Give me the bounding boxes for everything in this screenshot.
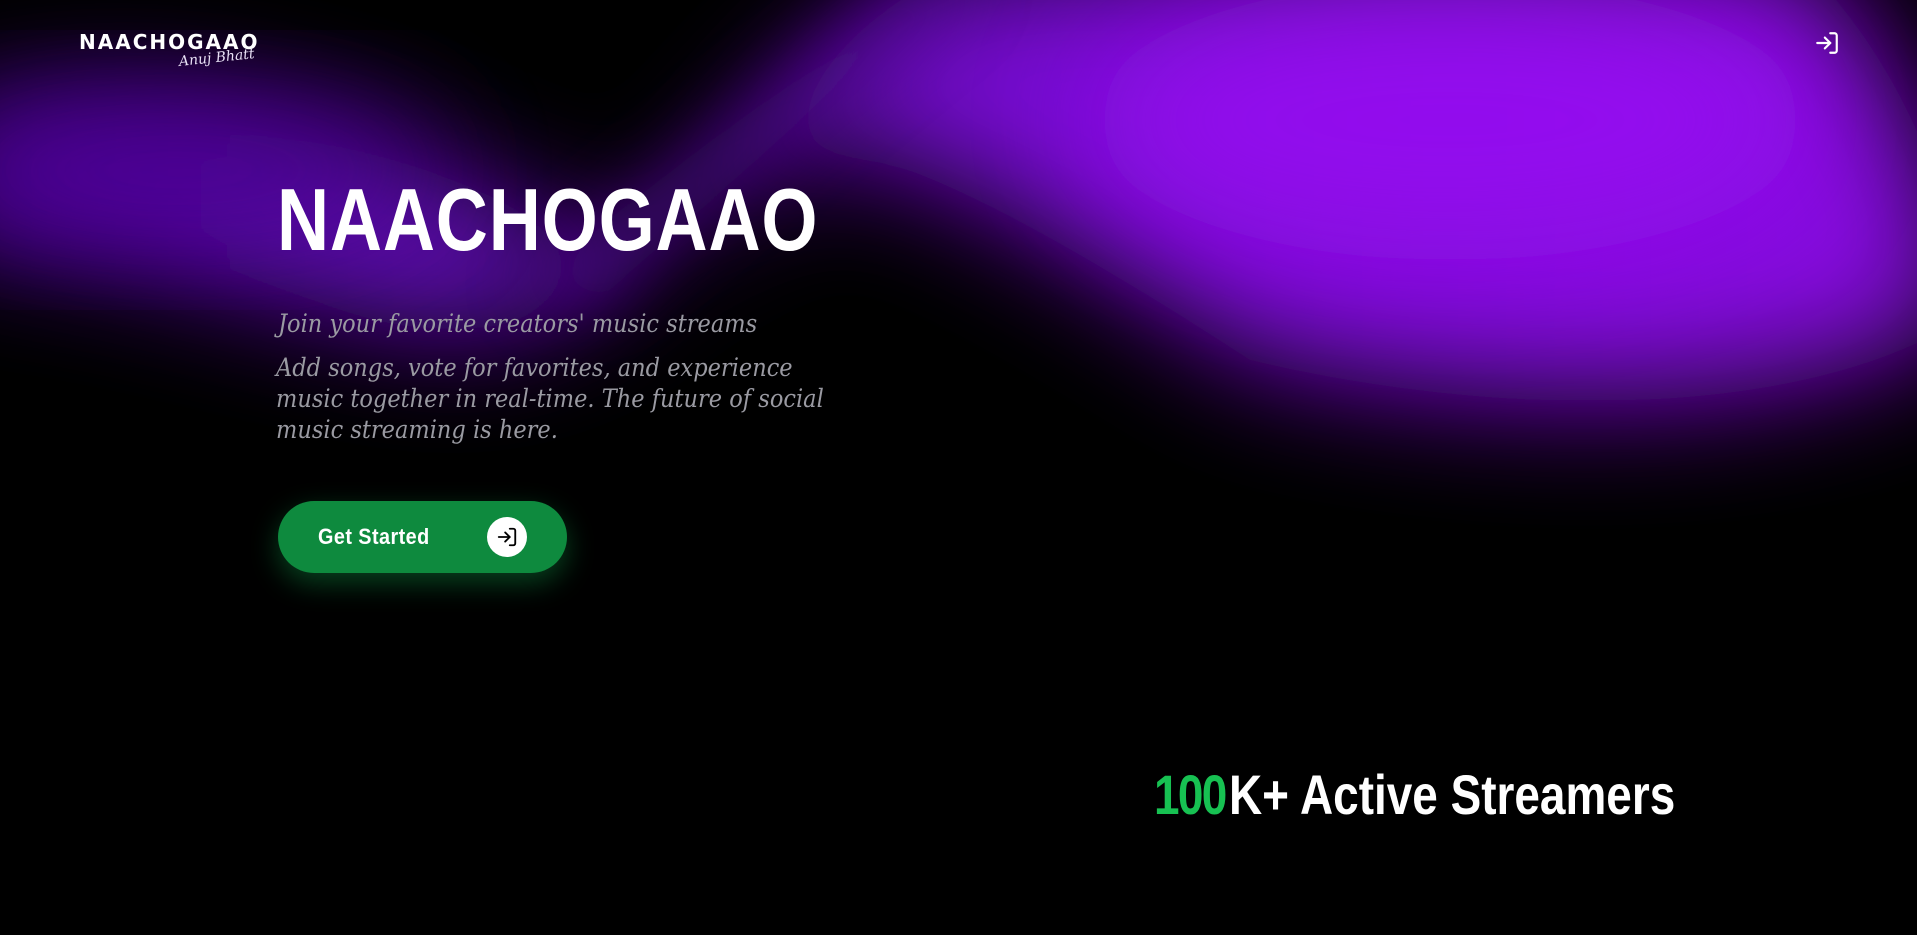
get-started-label: Get Started — [318, 524, 430, 549]
brand-logo[interactable]: NAACHOGAAO Anuj Bhatt — [79, 28, 260, 70]
hero-section: NAACHOGAAO Join your favorite creators' … — [276, 170, 897, 445]
hero-title: NAACHOGAAO — [277, 170, 819, 269]
sign-in-icon — [487, 517, 527, 557]
sign-in-icon[interactable] — [1814, 30, 1840, 56]
stat-number: 100 — [1154, 763, 1227, 826]
hero-tagline: Join your favorite creators' music strea… — [278, 309, 758, 338]
hero-description: Add songs, vote for favorites, and exper… — [276, 353, 824, 444]
stat-label: K+ Active Streamers — [1228, 763, 1676, 826]
active-streamers-stat: 100K+ Active Streamers — [1154, 760, 1675, 830]
get-started-button[interactable]: Get Started — [278, 501, 567, 573]
